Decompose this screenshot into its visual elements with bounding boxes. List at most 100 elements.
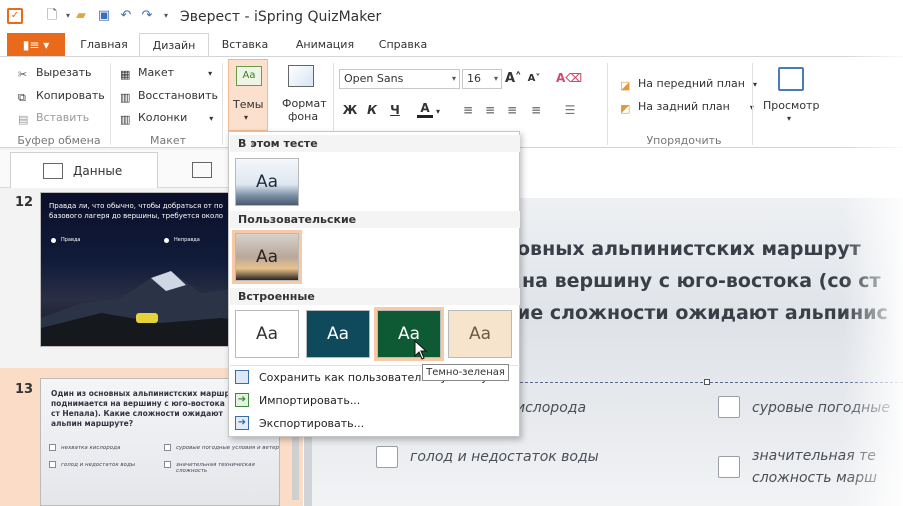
title-bar: ✓ 🗋 ▾ ▰ ▣ ↶ ↷ ▾ Эверест - iSpring QuizMa…	[0, 0, 903, 33]
cut-label: Вырезать	[36, 66, 92, 79]
tab-insert[interactable]: Вставка	[213, 33, 277, 57]
font-color-button[interactable]: А	[417, 101, 433, 118]
theme-tile-label: Aa	[255, 247, 279, 267]
theme-custom-1[interactable]: Aa	[232, 230, 302, 284]
themes-dropdown: В этом тесте Aa Пользовательские Aa Встр…	[228, 131, 520, 437]
divider	[222, 63, 223, 145]
bring-front-button[interactable]: ◪ На передний план ▾	[620, 77, 757, 92]
shrink-font-icon[interactable]: A˅	[526, 73, 542, 84]
format-background-button[interactable]: Формат фона	[276, 59, 328, 131]
copy-button[interactable]: ⧉ Копировать	[18, 89, 105, 104]
restore-button[interactable]: ▥ Восстановить	[120, 89, 218, 104]
file-menu-button[interactable]: ▮≡ ▾	[7, 33, 65, 57]
preview-magnifier-icon	[778, 67, 804, 91]
font-family-select[interactable]: Open Sans ▾	[339, 69, 460, 89]
clear-format-icon[interactable]: A⌫	[556, 71, 582, 85]
answer-checkbox-3[interactable]	[376, 446, 398, 468]
edge-fade	[843, 0, 903, 506]
layout-label: Макет	[138, 66, 175, 79]
justify-icon[interactable]: ≡	[528, 103, 544, 117]
layout-button[interactable]: ▦ Макет ▾	[120, 66, 212, 81]
tab-data[interactable]: Данные	[10, 152, 158, 188]
save-icon[interactable]: ▣	[96, 8, 112, 24]
option-label: Неправда	[174, 237, 200, 243]
cut-button[interactable]: ✂ Вырезать	[18, 66, 92, 81]
themes-label: Темы	[233, 98, 264, 111]
answer-option-3[interactable]: голод и недостаток воды	[410, 449, 599, 465]
new-file-icon[interactable]: 🗋	[44, 8, 60, 24]
slide-question: Правда ли, что обычно, чтобы добраться о…	[49, 202, 224, 220]
theme-tile-label: Aa	[255, 172, 279, 192]
layout-icon: ▦	[120, 68, 131, 81]
chevron-down-icon: ▾	[493, 74, 498, 83]
list-icon	[43, 163, 63, 179]
mouse-pointer-icon	[414, 340, 428, 360]
align-left-icon[interactable]: ≡	[460, 103, 476, 117]
theme-tile-label: Aa	[468, 324, 492, 344]
answer-checkbox-4[interactable]	[718, 456, 740, 478]
option-label: Правда	[61, 237, 81, 243]
slide-question: Один из основных альпинистских маршрутов…	[51, 389, 250, 428]
theme-current[interactable]: Aa	[235, 158, 299, 206]
divider	[607, 63, 608, 145]
themes-button[interactable]: Aa Темы ▾	[228, 59, 268, 131]
customize-toolbar-icon[interactable]: ▾	[158, 8, 174, 24]
chevron-down-icon: ▾	[244, 113, 249, 122]
preview-button[interactable]: Просмотр ▾	[760, 61, 820, 131]
resize-handle[interactable]	[704, 379, 710, 385]
font-size-select[interactable]: 16 ▾	[462, 69, 502, 89]
chevron-down-icon: ▾	[209, 114, 214, 123]
paste-icon: ▤	[18, 113, 29, 126]
tab-design[interactable]: Дизайн	[139, 33, 209, 57]
redo-icon[interactable]: ↷	[139, 8, 155, 24]
scissors-icon: ✂	[18, 68, 28, 81]
theme-dark-teal[interactable]: Aa	[306, 310, 370, 358]
slide-number: 13	[15, 382, 34, 397]
theme-beige[interactable]: Aa	[448, 310, 512, 358]
format-bg-label-1: Формат	[282, 97, 327, 110]
bold-button[interactable]: Ж	[342, 103, 358, 117]
align-center-icon[interactable]: ≡	[482, 103, 498, 117]
answer-option-1[interactable]: ислорода	[516, 400, 586, 416]
align-right-icon[interactable]: ≡	[504, 103, 520, 117]
checkbox-icon	[164, 444, 171, 451]
font-size-value: 16	[467, 72, 481, 85]
option-label: значительная техническая сложность	[176, 462, 255, 474]
themes-icon: Aa	[236, 66, 262, 86]
theme-dark-green[interactable]: Aa	[374, 307, 444, 361]
tab-help[interactable]: Справка	[372, 33, 434, 57]
underline-button[interactable]: Ч	[387, 103, 403, 117]
grow-font-icon[interactable]: A˄	[505, 71, 522, 86]
checkbox-icon	[49, 461, 56, 468]
radio-icon	[51, 238, 56, 243]
send-back-button[interactable]: ◩На задний план▾	[620, 100, 754, 115]
ribbon-tabs	[0, 33, 903, 57]
tab-animation[interactable]: Анимация	[285, 33, 365, 57]
columns-button[interactable]: ▥ Колонки ▾	[120, 111, 214, 126]
bullets-icon[interactable]: ☰	[562, 103, 578, 117]
format-bg-label-2: фона	[288, 110, 319, 123]
chevron-down-icon[interactable]: ▾	[436, 107, 440, 116]
option-label: голод и недостаток воды	[61, 462, 136, 468]
layout-group-label: Макет	[149, 134, 187, 147]
italic-button[interactable]: К	[364, 103, 380, 117]
question-line-1[interactable]: овных альпинистских маршрут	[517, 238, 861, 260]
theme-white[interactable]: Aa	[235, 310, 299, 358]
restore-icon: ▥	[120, 91, 131, 104]
question-line-3[interactable]: ие сложности ожидают альпинис	[517, 302, 888, 324]
option-label: суровые погодные условия и ветер	[176, 445, 279, 451]
tab-home[interactable]: Главная	[75, 33, 133, 57]
theme-tile-label: Aa	[326, 324, 350, 344]
answer-checkbox-2[interactable]	[718, 396, 740, 418]
app-window: ✓ 🗋 ▾ ▰ ▣ ↶ ↷ ▾ Эверест - iSpring QuizMa…	[0, 0, 903, 506]
chevron-down-icon: ▾	[752, 80, 757, 89]
columns-label: Колонки	[138, 111, 188, 124]
send-back-label: На задний план	[638, 100, 730, 113]
question-line-2[interactable]: на вершину с юго-востока (со ст	[522, 270, 881, 292]
undo-icon[interactable]: ↶	[118, 8, 134, 24]
paste-button[interactable]: ▤ Вставить	[18, 111, 89, 126]
save-icon	[235, 370, 249, 384]
tab-view[interactable]	[166, 152, 226, 188]
quizmaker-logo-icon: ✓	[7, 8, 23, 24]
open-folder-icon[interactable]: ▰	[73, 8, 89, 24]
